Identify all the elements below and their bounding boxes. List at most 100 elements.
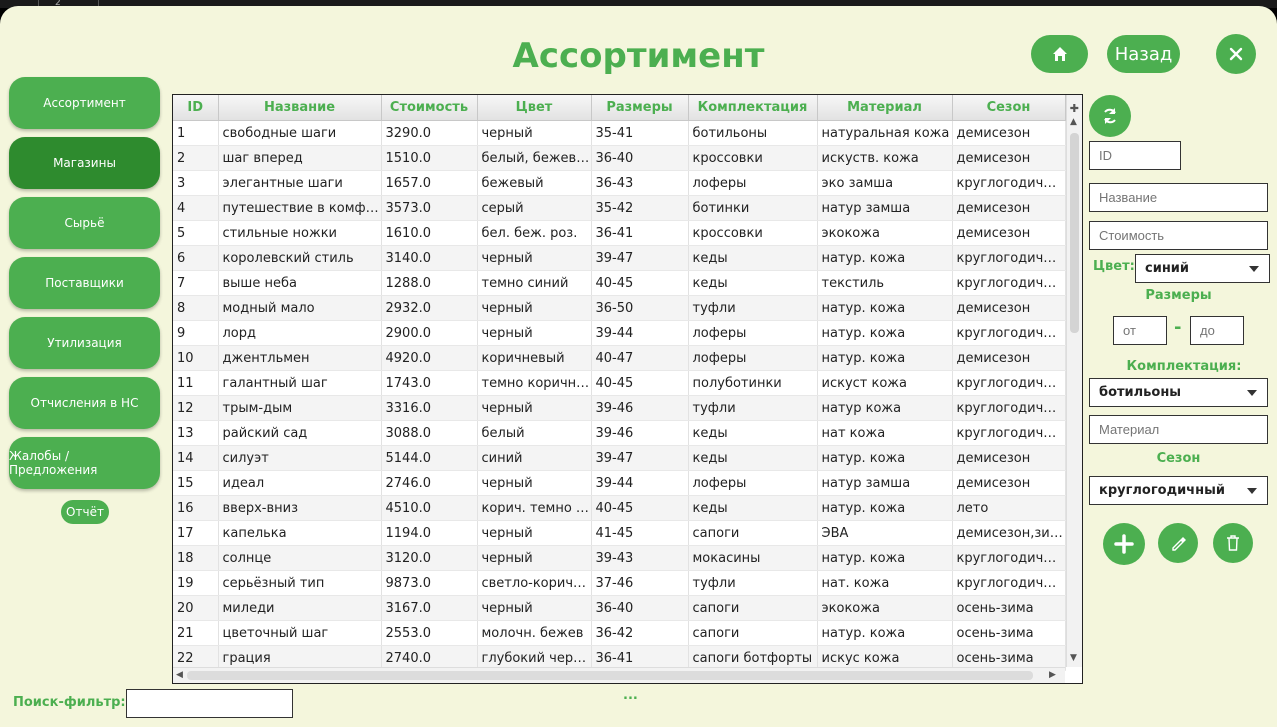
table-row[interactable]: 4 путешествие в комфорте 3573.0 серый 35-42 б… [173, 195, 1066, 221]
table-cell: 3290.0 [381, 120, 478, 146]
table-cell: демисезон [952, 220, 1066, 246]
table-cell: экокожа [817, 220, 953, 246]
scroll-right-arrow-icon[interactable]: ▶ [1049, 670, 1056, 680]
horizontal-scrollbar[interactable]: ◀ ▶ [173, 667, 1065, 683]
column-header[interactable]: Стоимость [381, 95, 478, 121]
table-row[interactable]: 2 шаг вперед 1510.0 белый, бежевый 36-40 крос… [173, 145, 1066, 171]
table-cell: 40-45 [591, 370, 689, 396]
size-from-field[interactable] [1113, 316, 1167, 345]
report-button[interactable]: Отчёт [61, 500, 109, 524]
add-button[interactable] [1103, 523, 1145, 565]
table-row[interactable]: 1 свободные шаги 3290.0 черный 35-41 ботильон… [173, 120, 1066, 146]
table-cell: кеды [688, 245, 818, 271]
search-filter-input[interactable] [126, 689, 293, 718]
table-cell: 36-43 [591, 170, 689, 196]
table-cell: туфли [688, 570, 818, 596]
table-row[interactable]: 18 солнце 3120.0 черный 39-43 мокасины натур. … [173, 545, 1066, 571]
table-row[interactable]: 16вверх-вниз4510.0корич. темно ко...40-4… [173, 495, 1066, 521]
sidebar-item-deductions[interactable]: Отчисления в НС [9, 377, 160, 429]
table-row[interactable]: 14 силуэт 5144.0 синий 39-47 кеды натур. кожа д… [173, 445, 1066, 471]
column-header[interactable]: Сезон [952, 95, 1066, 121]
column-menu-icon[interactable]: ✚ [1070, 102, 1079, 115]
scroll-up-arrow-icon[interactable]: ▲ [1070, 117, 1077, 127]
scroll-down-arrow-icon[interactable]: ▼ [1070, 653, 1077, 663]
column-header[interactable]: Комплектация [688, 95, 818, 121]
sidebar-item-stores[interactable]: Магазины [9, 137, 160, 189]
table-cell: темно синий [477, 270, 592, 296]
table-row[interactable]: 19 серьёзный тип 9873.0 светло-коричне... 37… [173, 570, 1066, 596]
table-cell: корич. темно ко... [477, 495, 592, 521]
table-row[interactable]: 21 цветочный шаг 2553.0 молочн. бежев 36-42 с… [173, 620, 1066, 646]
column-header[interactable]: Материал [817, 95, 953, 121]
column-header[interactable]: ID [173, 95, 219, 121]
table-cell: галантный шаг [218, 370, 382, 396]
color-select[interactable]: синий [1135, 254, 1270, 283]
table-row[interactable]: 5 стильные ножки 1610.0 бел. беж. роз. 36-41… [173, 220, 1066, 246]
table-cell: 36-42 [591, 620, 689, 646]
column-header[interactable]: Название [218, 95, 382, 121]
table-cell: круглогодичный [952, 270, 1066, 296]
delete-button[interactable] [1213, 523, 1253, 563]
table-row[interactable]: 6 королевский стиль 3140.0 черный 39-47 кеды н… [173, 245, 1066, 271]
table-cell: 39-44 [591, 470, 689, 496]
horizontal-scroll-thumb[interactable] [187, 671, 1033, 680]
home-button[interactable] [1031, 35, 1088, 73]
table-cell: натур замша [817, 470, 953, 496]
sidebar-item-suppliers[interactable]: Поставщики [9, 257, 160, 309]
season-select[interactable]: круглогодичный [1089, 476, 1268, 505]
table-cell: цветочный шаг [218, 620, 382, 646]
back-button[interactable]: Назад [1107, 35, 1180, 73]
add-icon [1114, 534, 1134, 554]
table-row[interactable]: 13 райский сад 3088.0 белый 39-46 кеды нат кож… [173, 420, 1066, 446]
size-to-field[interactable] [1190, 316, 1244, 345]
table-cell: 1743.0 [381, 370, 478, 396]
table-row[interactable]: 17 капелька 1194.0 черный 41-45 сапоги ЭВА деми… [173, 520, 1066, 546]
equipment-select[interactable]: ботильоны [1089, 378, 1268, 407]
table-cell: текстиль [817, 270, 953, 296]
table-cell: демисезон [952, 145, 1066, 171]
table-cell: 1610.0 [381, 220, 478, 246]
close-button[interactable] [1216, 34, 1256, 74]
cost-field[interactable] [1089, 221, 1268, 250]
name-field[interactable] [1089, 183, 1268, 212]
vertical-scroll-thumb[interactable] [1070, 133, 1079, 333]
table-row[interactable]: 20 миледи 3167.0 черный 36-40 сапоги экокожа ос… [173, 595, 1066, 621]
table-cell: 1657.0 [381, 170, 478, 196]
sidebar-item-complaints[interactable]: Жалобы / Предложения [9, 437, 160, 489]
edit-button[interactable] [1158, 523, 1198, 563]
table-cell: 3120.0 [381, 545, 478, 571]
assortment-table[interactable]: ID Название Стоимость Цвет Размеры Комплектац… [172, 94, 1083, 684]
sidebar-item-disposal[interactable]: Утилизация [9, 317, 160, 369]
table-row[interactable]: 15 идеал 2746.0 черный 39-44 лоферы натур замш… [173, 470, 1066, 496]
table-cell: 18 [173, 545, 219, 571]
refresh-button[interactable] [1089, 95, 1131, 137]
table-cell: элегантные шаги [218, 170, 382, 196]
table-cell: сапоги [688, 520, 818, 546]
table-cell: демисезон,зима, [952, 520, 1066, 546]
table-row[interactable]: 11 галантный шаг 1743.0 темно коричне... 40-… [173, 370, 1066, 396]
scroll-left-arrow-icon[interactable]: ◀ [176, 670, 183, 680]
table-row[interactable]: 3 элегантные шаги 1657.0 бежевый 36-43 лоферы… [173, 170, 1066, 196]
table-row[interactable]: 12 трым-дым 3316.0 черный 39-46 туфли натур ко… [173, 395, 1066, 421]
season-select-value: круглогодичный [1099, 483, 1225, 498]
sidebar-item-raw-materials[interactable]: Сырьё [9, 197, 160, 249]
table-row[interactable]: 10 джентльмен 4920.0 коричневый 40-47 лоферы н… [173, 345, 1066, 371]
table-cell: круглогодичный [952, 320, 1066, 346]
status-text: ... [623, 688, 638, 703]
table-row[interactable]: 9 лорд 2900.0 черный 39-44 лоферы натур. кожа к… [173, 320, 1066, 346]
table-cell: демисезон [952, 445, 1066, 471]
column-header[interactable]: Размеры [591, 95, 689, 121]
table-cell: бежевый [477, 170, 592, 196]
table-cell: 39-43 [591, 545, 689, 571]
material-field[interactable] [1089, 415, 1268, 444]
table-row[interactable]: 8 модный мало 2932.0 черный 36-50 туфли натур.… [173, 295, 1066, 321]
sidebar-item-assortment[interactable]: Ассортимент [9, 77, 160, 129]
table-row[interactable]: 7 выше неба 1288.0 темно синий 40-45 кеды текс… [173, 270, 1066, 296]
vertical-scrollbar[interactable]: ▲ ▼ [1066, 95, 1082, 667]
table-cell: черный [477, 395, 592, 421]
column-header[interactable]: Цвет [477, 95, 592, 121]
table-cell: 6 [173, 245, 219, 271]
id-field[interactable] [1089, 141, 1181, 170]
chevron-down-icon [1247, 487, 1257, 494]
table-cell: круглогодичный [952, 245, 1066, 271]
